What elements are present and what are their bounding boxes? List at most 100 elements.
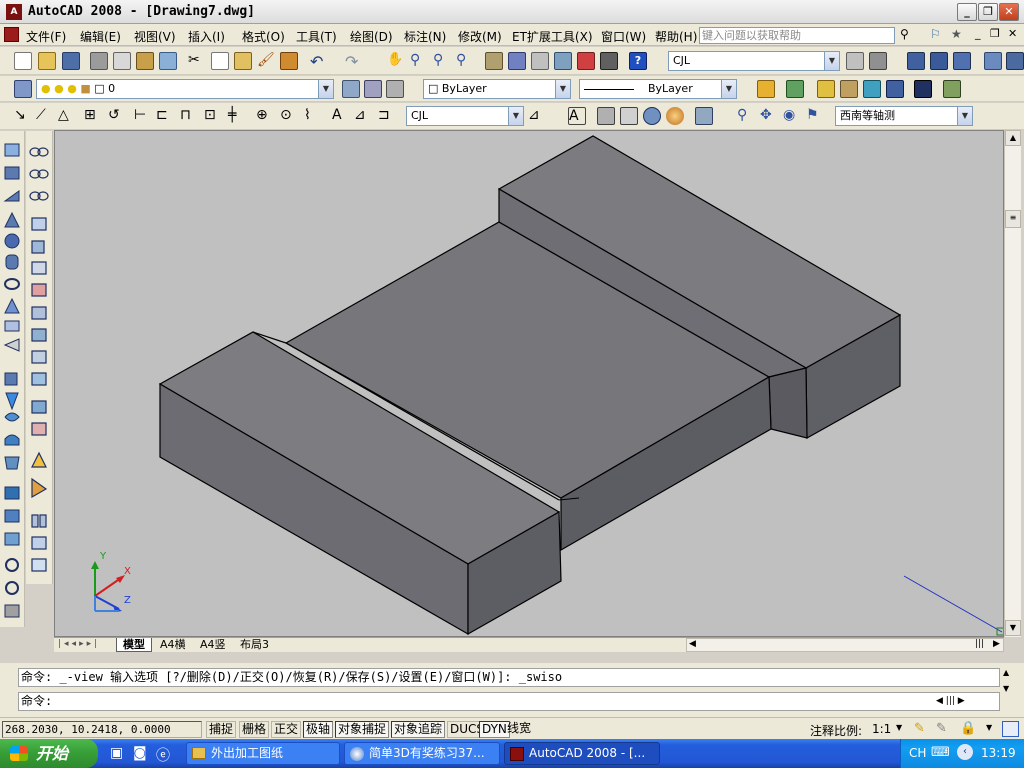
document-icon[interactable] <box>4 27 19 42</box>
osnap-toggle[interactable]: 对象捕捉 <box>335 721 390 738</box>
dimension-style-select[interactable]: CJL ▼ <box>406 106 524 126</box>
vertical-scrollbar[interactable]: ▲ ≡ ▼ <box>1004 130 1021 637</box>
color-select[interactable]: □ ByLayer ▼ <box>423 79 571 99</box>
clean-screen-icon[interactable] <box>1002 721 1019 737</box>
match-properties-icon[interactable]: 🖌 <box>257 52 275 70</box>
communication-center-icon[interactable]: ⚐ <box>930 27 941 41</box>
orbit-icon[interactable]: ✥ <box>760 107 778 125</box>
make-current-layer-icon[interactable] <box>342 80 360 98</box>
layer-properties-icon[interactable] <box>14 80 32 98</box>
baseline-dimension-icon[interactable]: ⊏ <box>156 107 174 125</box>
command-scroll-up-icon[interactable]: ▲ <box>1003 668 1009 677</box>
menu-edit[interactable]: 编辑(E) <box>80 28 121 45</box>
horizontal-scrollbar[interactable]: ◀ ||| ▶ <box>686 638 1004 652</box>
task-browser[interactable]: 简单3D有奖练习37... <box>344 742 500 765</box>
table-style-icon[interactable] <box>869 52 887 70</box>
scroll-right-icon[interactable]: ▶ <box>993 639 1000 649</box>
scroll-thumb[interactable]: ≡ <box>1005 210 1021 228</box>
menu-window[interactable]: 窗口(W) <box>601 28 646 45</box>
auto-scale-icon[interactable]: ✎ <box>936 721 947 736</box>
camera-icon[interactable]: ◉ <box>783 107 801 125</box>
modeling-tools-icons[interactable] <box>0 131 25 627</box>
text-style-select[interactable]: CJL ▼ <box>668 51 840 71</box>
conceptual-visual-style-icon[interactable] <box>666 107 684 125</box>
command-scroll-left-icon[interactable]: ◀ ||| ▶ <box>936 696 965 706</box>
materials-icon[interactable] <box>840 80 858 98</box>
3d-solid-model[interactable]: Y X Z <box>55 131 1004 637</box>
menu-view[interactable]: 视图(V) <box>134 28 176 45</box>
copy-icon[interactable] <box>211 52 229 70</box>
view-select[interactable]: 西南等轴测 ▼ <box>835 106 973 126</box>
chevron-down-icon[interactable]: ▼ <box>721 80 736 98</box>
text-icon[interactable]: A <box>568 107 586 125</box>
chevron-down-icon[interactable]: ▼ <box>896 723 902 732</box>
coordinates-display[interactable]: 268.2030, 10.2418, 0.0000 <box>2 721 202 738</box>
toolbar-icon-a[interactable] <box>907 52 925 70</box>
new-file-icon[interactable] <box>14 52 32 70</box>
restore-button[interactable]: ❐ <box>978 3 998 21</box>
dimension-update-icon[interactable]: A <box>332 107 350 125</box>
tab-a4-portrait[interactable]: A4竖 <box>194 638 232 652</box>
autocad-app-icon[interactable]: A <box>6 4 22 20</box>
tab-a4-landscape[interactable]: A4横 <box>154 638 192 652</box>
quick-dimension-icon[interactable]: ⊢ <box>134 107 152 125</box>
quicklaunch-media-icon[interactable]: ◙ <box>133 745 147 761</box>
pan-realtime-icon[interactable]: ✋ <box>387 52 405 70</box>
status-menu-chevron-icon[interactable]: ▼ <box>986 723 992 732</box>
toolbar-icon-b[interactable] <box>930 52 948 70</box>
chevron-down-icon[interactable]: ▼ <box>555 80 570 98</box>
scroll-up-icon[interactable]: ▲ <box>1005 130 1021 146</box>
environment-icon[interactable] <box>863 80 881 98</box>
markup-set-manager-icon[interactable] <box>577 52 595 70</box>
toolbar-icon-e[interactable] <box>1006 52 1024 70</box>
annotation-scale-value[interactable]: 1:1 <box>872 722 891 736</box>
dimension-style-manager-icon[interactable]: ⊿ <box>528 107 546 125</box>
aligned-dimension-icon[interactable]: ⟋ <box>36 107 54 125</box>
close-button[interactable]: ✕ <box>999 3 1019 21</box>
scroll-down-icon[interactable]: ▼ <box>1005 620 1021 636</box>
solid-editing-icons[interactable] <box>26 131 53 584</box>
chevron-down-icon[interactable]: ▼ <box>824 52 839 70</box>
scroll-left-icon[interactable]: ◀ <box>689 639 696 649</box>
quicklaunch-ie-icon[interactable]: ⓔ <box>156 745 170 765</box>
lights-icon[interactable] <box>817 80 835 98</box>
center-mark-icon[interactable]: ⊕ <box>256 107 274 125</box>
polar-toggle[interactable]: 极轴 <box>303 721 334 738</box>
print-preview-icon[interactable] <box>113 52 131 70</box>
radius-dimension-icon[interactable]: ↺ <box>108 107 126 125</box>
render-settings-icon[interactable] <box>943 80 961 98</box>
paste-icon[interactable] <box>234 52 252 70</box>
otrack-toggle[interactable]: 对象追踪 <box>391 721 446 738</box>
continue-dimension-icon[interactable]: ⊓ <box>180 107 198 125</box>
tab-layout3[interactable]: 布局3 <box>234 638 275 652</box>
help-icon[interactable]: ? <box>629 52 647 70</box>
menu-dimension[interactable]: 标注(N) <box>404 28 446 45</box>
grid-toggle[interactable]: 栅格 <box>239 721 270 738</box>
undo-icon[interactable]: ↶ <box>310 52 328 71</box>
chevron-down-icon[interactable]: ▼ <box>508 107 523 125</box>
render-region-icon[interactable] <box>886 80 904 98</box>
design-center-icon[interactable] <box>508 52 526 70</box>
drawing-viewport[interactable]: Y X Z <box>54 130 1004 637</box>
favorites-star-icon[interactable]: ★ <box>951 27 962 41</box>
redo-icon[interactable]: ↷ <box>345 52 363 71</box>
render-window-icon[interactable] <box>914 80 932 98</box>
quickcalc-icon[interactable] <box>600 52 618 70</box>
layer-select[interactable]: ● ● ● ■ □ 0 ▼ <box>36 79 334 99</box>
menu-format[interactable]: 格式(O) <box>242 28 285 45</box>
language-indicator[interactable]: CH <box>909 746 926 760</box>
angular-dimension-icon[interactable]: △ <box>58 107 76 125</box>
visual-styles-manager-icon[interactable] <box>695 107 713 125</box>
help-search-icon[interactable]: ⚲ <box>900 27 909 41</box>
publish-icon[interactable] <box>136 52 154 70</box>
start-button[interactable]: 开始 <box>0 739 98 768</box>
tray-collapse-icon[interactable]: ‹ <box>957 744 973 760</box>
doc-minimize-button[interactable]: _ <box>975 27 981 40</box>
dimension-edit-icon[interactable]: ⊙ <box>280 107 298 125</box>
ordinate-dimension-icon[interactable]: ⊞ <box>84 107 102 125</box>
tolerance-icon[interactable]: ╪ <box>228 107 246 125</box>
open-folder-icon[interactable] <box>38 52 56 70</box>
keyboard-icon[interactable]: ⌨ <box>931 745 950 760</box>
zoom-window-icon[interactable]: ⚲ <box>433 52 451 70</box>
walk-icon[interactable]: ⚑ <box>806 107 824 125</box>
